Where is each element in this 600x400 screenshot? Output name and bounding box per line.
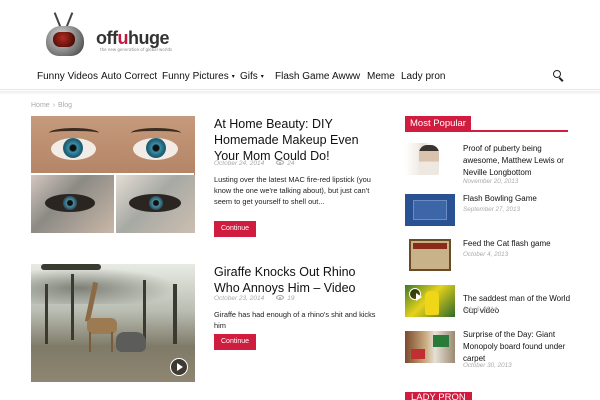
- giraffe-leg: [89, 332, 91, 352]
- rhino: [116, 332, 146, 352]
- nav-item-awww[interactable]: Awww: [332, 71, 360, 82]
- giraffe-leg: [111, 332, 113, 352]
- eyebrow: [131, 128, 181, 138]
- nav-item-label: Gifs: [240, 71, 258, 82]
- tv-screen: [53, 32, 75, 47]
- sidebar-heading-underline: [405, 130, 568, 132]
- eyebrow: [49, 128, 99, 138]
- sidebar-item-date: September 27, 2013: [463, 206, 521, 213]
- chevron-down-icon: ▾: [231, 74, 235, 80]
- sidebar-item-title[interactable]: Surprise of the Day: Giant Monopoly boar…: [463, 329, 573, 365]
- sidebar-heading-lady-pron: LADY PRON: [405, 392, 472, 400]
- person-image: [419, 145, 439, 175]
- game-screen: [413, 200, 447, 220]
- post-thumbnail-makeup[interactable]: [31, 116, 195, 233]
- nav-item-lady-pron[interactable]: Lady pron: [401, 71, 445, 82]
- nav-shadow: [0, 91, 600, 95]
- nav-item-auto-correct[interactable]: Auto Correct: [101, 71, 157, 82]
- nav-item-funny-videos[interactable]: Funny Videos: [37, 71, 98, 82]
- chevron-down-icon: ▾: [260, 74, 264, 80]
- sidebar-item-date: October 4, 2013: [463, 251, 509, 258]
- game-banner: [413, 243, 447, 249]
- post-date: October 24, 2014: [214, 160, 265, 167]
- sidebar-thumbnail[interactable]: [405, 331, 455, 363]
- nav-item-label: Funny Pictures: [162, 71, 229, 82]
- post-excerpt: Giraffe has had enough of a rhino's shit…: [214, 310, 376, 330]
- sidebar-item-title[interactable]: The saddest man of the World Cup video: [463, 293, 573, 317]
- search-handle: [558, 77, 564, 82]
- play-icon[interactable]: [409, 288, 422, 301]
- sidebar-thumbnail[interactable]: [405, 194, 455, 226]
- site-logo[interactable]: offuhuge the new generation of global wo…: [44, 10, 174, 66]
- play-icon[interactable]: [170, 358, 188, 376]
- post-title[interactable]: Giraffe Knocks Out Rhino Who Annoys Him …: [214, 264, 384, 296]
- post-title[interactable]: At Home Beauty: DIY Homemade Makeup Even…: [214, 116, 384, 164]
- nav-item-flash-game[interactable]: Flash Game: [275, 71, 329, 82]
- breadcrumb-separator: ›: [52, 102, 56, 109]
- post-meta: October 23, 2014 19: [214, 295, 294, 302]
- sidebar-thumbnail[interactable]: [405, 143, 455, 175]
- nav-item-meme[interactable]: Meme: [367, 71, 395, 82]
- eye-iris: [149, 196, 163, 210]
- logo-tagline: the new generation of global worlds: [100, 47, 173, 52]
- sidebar-item-title[interactable]: Flash Bowling Game: [463, 193, 573, 205]
- post-thumbnail-giraffe[interactable]: [31, 264, 195, 382]
- breadcrumb-home[interactable]: Home: [31, 102, 50, 109]
- fan-image: [425, 291, 439, 315]
- post-views: 19: [287, 295, 295, 302]
- sidebar-item-date: July 8, 2014: [463, 306, 497, 313]
- breadcrumb-current[interactable]: Blog: [58, 102, 72, 109]
- sidebar-heading: Most Popular: [405, 116, 471, 131]
- main-nav: Funny Videos Auto Correct Funny Pictures…: [0, 66, 600, 90]
- tree-foliage: [31, 264, 195, 304]
- sidebar-thumbnail[interactable]: [405, 239, 455, 271]
- search-icon[interactable]: [553, 70, 565, 82]
- views-icon: [276, 160, 285, 165]
- sidebar-thumbnail[interactable]: [405, 285, 455, 317]
- site-header: offuhuge the new generation of global wo…: [0, 0, 600, 66]
- logo-wordmark: offuhuge: [96, 28, 169, 48]
- eye-iris: [63, 196, 77, 210]
- eye-iris: [146, 138, 166, 158]
- sidebar-item-title[interactable]: Feed the Cat flash game: [463, 238, 573, 250]
- continue-button[interactable]: Continue: [214, 221, 257, 237]
- post-excerpt: Lusting over the latest MAC fire-red lip…: [214, 175, 371, 206]
- views-icon: [276, 295, 285, 300]
- sidebar-item-date: November 20, 2013: [463, 178, 519, 185]
- sidebar-item-title[interactable]: Proof of puberty being awesome, Matthew …: [463, 143, 573, 179]
- post-views: 24: [287, 160, 295, 167]
- board-square: [411, 349, 425, 359]
- nav-item-gifs[interactable]: Gifs ▾: [240, 71, 264, 82]
- continue-button[interactable]: Continue: [214, 334, 257, 350]
- breadcrumb: Home › Blog: [31, 102, 72, 109]
- sidebar-item-date: October 30, 2013: [463, 362, 512, 369]
- post-meta: October 24, 2014 24: [214, 160, 294, 167]
- board-square: [433, 335, 449, 347]
- post-date: October 23, 2014: [214, 295, 265, 302]
- eye-iris: [63, 138, 83, 158]
- nav-item-funny-pictures[interactable]: Funny Pictures ▾: [162, 71, 235, 82]
